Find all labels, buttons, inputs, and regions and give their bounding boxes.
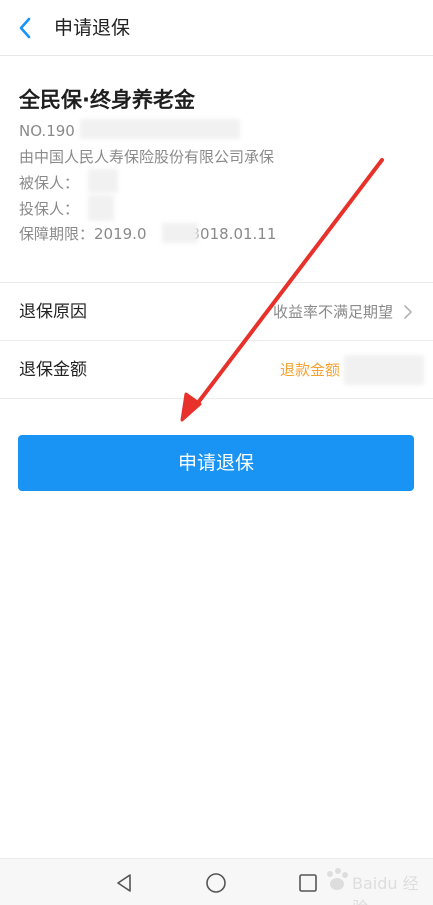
chevron-right-icon: [404, 305, 412, 319]
refund-reason-row[interactable]: 退保原因 收益率不满足期望: [0, 283, 433, 341]
apply-refund-button[interactable]: 申请退保: [18, 435, 414, 491]
watermark-text: Baidu 经验: [352, 874, 419, 905]
coverage-period: 保障期限：2019.0 3018.01.11: [19, 224, 276, 244]
policy-number-text: NO.190: [19, 122, 75, 140]
refund-reason-value: 收益率不满足期望: [272, 303, 393, 321]
redacted-insured: [88, 169, 118, 193]
redacted-coverage-start: [162, 223, 198, 243]
redacted-policy-number: [80, 119, 240, 139]
policy-number: NO.190: [19, 121, 75, 141]
nav-back-icon[interactable]: [112, 871, 136, 895]
coverage-start: 保障期限：2019.0: [19, 225, 147, 243]
nav-home-icon[interactable]: [204, 871, 228, 895]
app-header: 申请退保: [0, 0, 433, 56]
refund-amount-row: 退保金额 退款金额: [0, 341, 433, 399]
policy-card: 全民保·终身养老金 NO.190 由中国人民人寿保险股份有限公司承保 被保人： …: [0, 57, 433, 283]
nav-recents-icon[interactable]: [296, 871, 320, 895]
refund-amount-value: 退款金额: [280, 361, 341, 379]
redacted-policyholder: [88, 195, 114, 221]
refund-amount-label: 退保金额: [19, 360, 87, 380]
screen: 申请退保 全民保·终身养老金 NO.190 由中国人民人寿保险股份有限公司承保 …: [0, 0, 433, 905]
chevron-left-icon: [19, 17, 31, 39]
redacted-refund-amount: [344, 355, 424, 385]
page-title: 申请退保: [54, 17, 131, 39]
refund-reason-label: 退保原因: [19, 302, 87, 322]
coverage-end: 3018.01.11: [190, 225, 277, 243]
insurer-text: 由中国人民人寿保险股份有限公司承保: [19, 148, 275, 166]
back-button[interactable]: [10, 12, 40, 44]
policyholder-label: 投保人：: [19, 200, 80, 218]
policy-name: 全民保·终身养老金: [19, 88, 195, 112]
baidu-watermark: Baidu 经验: [318, 862, 428, 905]
insured-label: 被保人：: [19, 174, 80, 192]
